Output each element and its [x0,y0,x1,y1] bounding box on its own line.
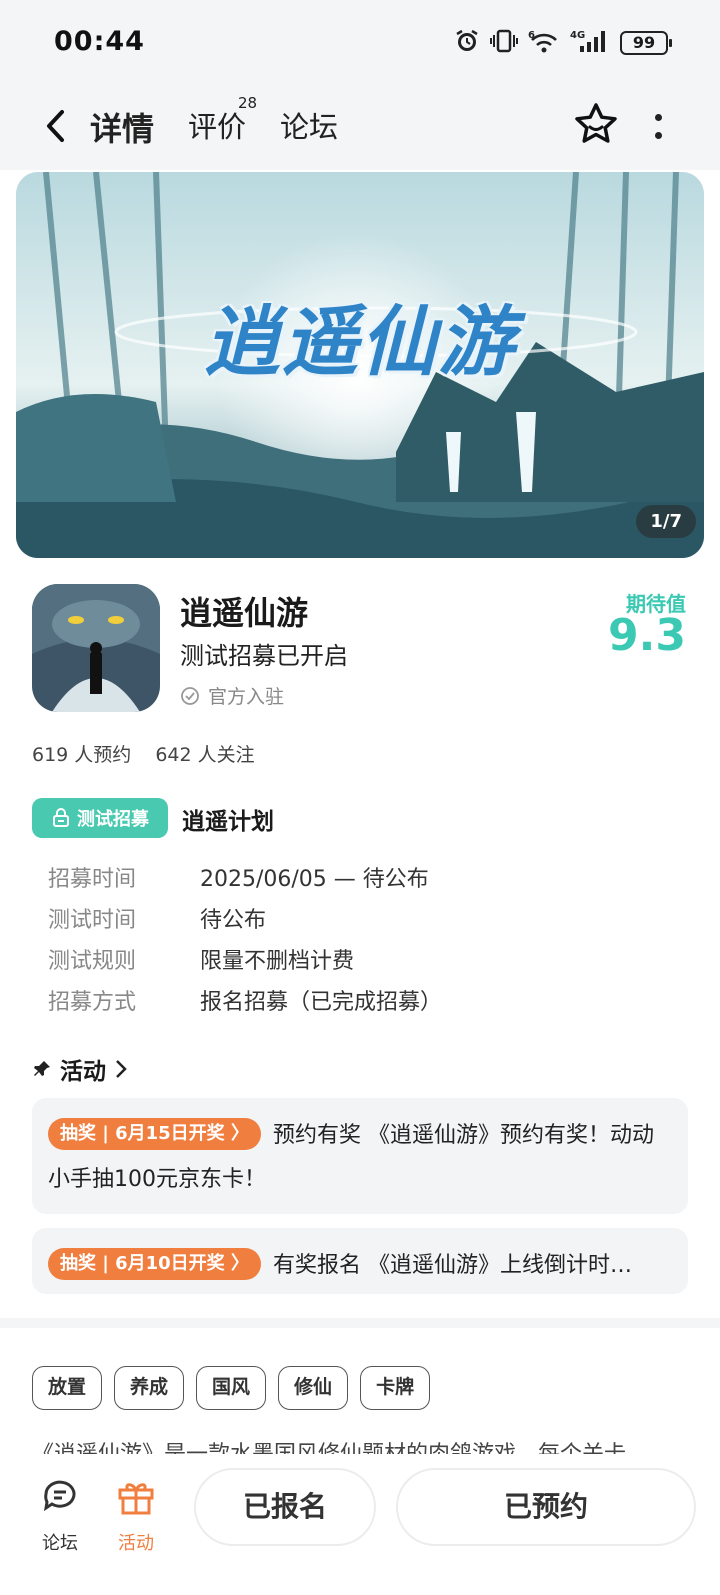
svg-text:4G: 4G [570,30,585,41]
pin-icon [34,1061,50,1076]
recruit-info-table: 招募时间 2025/06/05 — 待公布 测试时间 待公布 测试规则 限量不删… [48,856,442,1020]
reservation-count: 619 人预约 [32,744,132,766]
favorite-button[interactable] [572,100,620,148]
bottom-activity-button[interactable]: 活动 [106,1474,166,1555]
info-value: 2025/06/05 — 待公布 [200,866,429,892]
activity-heading: 活动 [60,1059,106,1085]
activity-text: 有奖报名 《逍遥仙游》上线倒计时… [272,1253,632,1278]
banner-counter: 1/7 [636,505,696,538]
more-dot-icon [654,113,662,121]
expectation-score: 9.3 [608,610,686,661]
bottom-action-bar: 论坛 活动 已报名 已预约 [0,1454,720,1595]
tab-review[interactable]: 评价 28 [188,94,257,146]
genre-tag[interactable]: 修仙 [278,1366,349,1410]
forum-icon [43,1480,76,1512]
status-bar: 00:44 6 4G 99 [0,0,720,90]
app-name: 逍遥仙游 [180,594,309,632]
official-badge: 官方入驻 [180,682,284,709]
follower-count: 642 人关注 [155,744,255,766]
app-subtitle: 测试招募已开启 [180,642,348,670]
more-options-button[interactable] [650,108,666,144]
tab-forum-label: 论坛 [280,110,339,144]
lottery-tag[interactable]: 抽奖 | 6月15日开奖 〉 [48,1118,261,1150]
status-time: 00:44 [54,26,145,57]
activity-card[interactable]: 抽奖 | 6月15日开奖 〉预约有奖 《逍遥仙游》预约有奖！动动小手抽100元京… [32,1098,688,1214]
tab-forum[interactable]: 论坛 [280,104,338,146]
tab-review-label: 评价 [188,110,247,144]
official-label: 官方入驻 [208,686,285,708]
activity-header[interactable]: 活动 [32,1052,128,1086]
info-row: 招募方式 报名招募（已完成招募） [48,979,442,1020]
status-icons: 6 4G 99 [454,28,672,58]
bottom-forum-button[interactable]: 论坛 [30,1474,90,1555]
genre-tag[interactable]: 放置 [32,1366,103,1410]
reserved-button[interactable]: 已预约 [396,1468,696,1546]
info-row: 测试规则 限量不删档计费 [48,938,442,979]
activity-card[interactable]: 抽奖 | 6月10日开奖 〉有奖报名 《逍遥仙游》上线倒计时… [32,1228,688,1294]
info-row: 招募时间 2025/06/05 — 待公布 [48,856,442,897]
tab-detail-label: 详情 [90,110,155,148]
bottom-forum-label: 论坛 [42,1533,78,1554]
genre-tag[interactable]: 国风 [196,1366,267,1410]
tab-detail[interactable]: 详情 [86,104,156,150]
genre-tag[interactable]: 养成 [114,1366,185,1410]
info-row: 测试时间 待公布 [48,897,442,938]
genre-tag[interactable]: 卡牌 [360,1366,431,1410]
section-divider [0,1318,720,1328]
info-key: 测试时间 [48,907,137,933]
info-value: 限量不删档计费 [200,948,355,974]
stats-row: 619 人预约 642 人关注 [32,740,255,767]
info-key: 招募方式 [48,989,137,1015]
recruit-title: 逍遥计划 [182,809,274,835]
back-arrow-icon [47,110,64,142]
banner-title: 逍遥仙游 [204,297,516,386]
lottery-tag[interactable]: 抽奖 | 6月10日开奖 〉 [48,1248,261,1280]
recruit-icon [53,808,69,827]
info-value: 待公布 [200,907,267,933]
top-nav: 详情 评价 28 论坛 [0,90,720,170]
vibrate-icon [490,28,518,58]
info-value: 报名招募（已完成招募） [200,989,443,1015]
back-button[interactable] [36,106,76,146]
gift-icon [118,1483,154,1515]
app-icon [32,584,160,712]
signal-icon: 4G [570,28,610,58]
signed-up-button[interactable]: 已报名 [194,1468,376,1546]
recruit-badge-label: 测试招募 [77,809,149,830]
chevron-right-icon [116,1060,127,1078]
alarm-icon [454,28,480,58]
banner-carousel[interactable]: 逍遥仙游 1/7 [16,172,704,558]
review-count: 28 [238,94,258,112]
recruit-badge: 测试招募 [32,798,168,838]
tag-list: 放置 养成 国风 修仙 卡牌 [32,1366,431,1410]
more-dot-icon [654,131,662,139]
star-icon [575,103,617,143]
check-circle-icon [181,686,199,705]
info-key: 测试规则 [48,948,137,974]
wifi-icon: 6 [528,28,560,58]
battery-icon: 99 [620,31,672,55]
info-key: 招募时间 [48,866,137,892]
bottom-activity-label: 活动 [118,1533,154,1554]
